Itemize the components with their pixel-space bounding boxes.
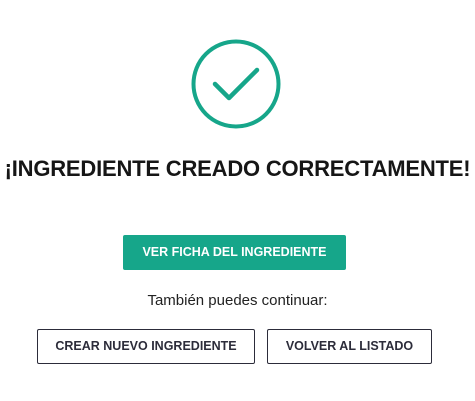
- create-new-ingredient-button[interactable]: CREAR NUEVO INGREDIENTE: [37, 329, 255, 364]
- success-title: ¡INGREDIENTE CREADO CORRECTAMENTE!: [4, 156, 471, 181]
- check-circle-icon: [190, 38, 282, 130]
- success-page: ¡INGREDIENTE CREADO CORRECTAMENTE! VER F…: [0, 0, 475, 401]
- continue-text: También puedes continuar:: [147, 292, 328, 309]
- back-to-list-button[interactable]: VOLVER AL LISTADO: [267, 329, 432, 364]
- view-ingredient-button[interactable]: VER FICHA DEL INGREDIENTE: [123, 235, 346, 270]
